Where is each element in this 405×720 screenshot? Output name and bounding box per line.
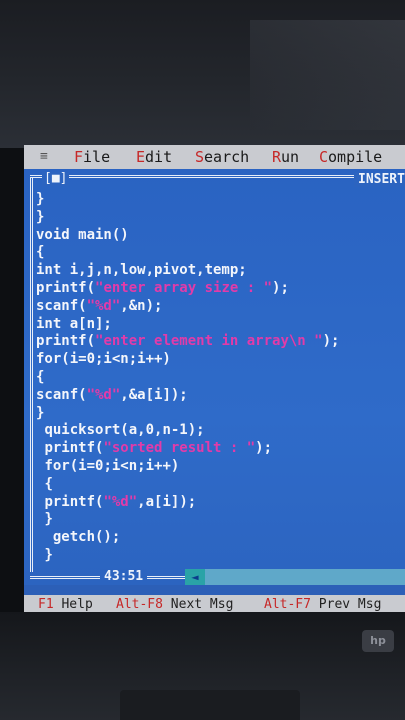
code-line[interactable]: }	[36, 405, 401, 423]
code-text: quicksort(a,0,n-1);	[44, 422, 205, 439]
code-string-literal: "%d"	[86, 386, 121, 403]
code-text: printf(	[36, 279, 96, 296]
code-line[interactable]: scanf("%d",&a[i]);	[36, 387, 401, 405]
menu-run-hotkey: R	[272, 148, 282, 166]
menu-search-label: earch	[204, 148, 250, 166]
code-line[interactable]: {	[36, 244, 401, 262]
status-prev-msg-key: Alt-F7	[264, 597, 311, 612]
code-text: {	[36, 244, 45, 261]
code-text: printf(	[44, 493, 104, 510]
code-text: }	[44, 511, 53, 528]
menu-search-hotkey: S	[195, 148, 205, 166]
code-text: for(i=0;i<n;i++)	[36, 351, 171, 368]
code-area[interactable]: }} void main(){int i,j,n,low,pivot,temp; p…	[36, 191, 401, 565]
monitor-stand	[120, 690, 300, 720]
code-line[interactable]: }	[36, 191, 401, 209]
menu-run-label: un	[281, 148, 300, 166]
code-line[interactable]: }	[36, 511, 401, 529]
system-menu-icon[interactable]: ≡	[40, 145, 48, 169]
code-line[interactable]: for(i=0;i<n;i++)	[36, 351, 401, 369]
turbo-c-screen: ≡ File Edit Search Run Compile [■] INSER…	[24, 145, 405, 615]
status-next-msg-label: Next Msg	[170, 597, 234, 612]
code-line[interactable]: {	[36, 476, 401, 494]
code-text: }	[36, 208, 45, 225]
menu-edit-hotkey: E	[136, 148, 146, 166]
code-line[interactable]: scanf("%d",&n);	[36, 298, 401, 316]
code-line[interactable]: }	[36, 547, 401, 565]
menu-file-hotkey: F	[74, 148, 84, 166]
status-prev-msg-label: Prev Msg	[318, 597, 382, 612]
insert-mode-indicator: INSERT	[354, 173, 405, 187]
code-text-tail: );	[272, 279, 289, 296]
code-text: {	[44, 475, 53, 492]
code-line[interactable]: }	[36, 209, 401, 227]
code-line[interactable]: printf("enter array size : ");	[36, 280, 401, 298]
code-text: }	[36, 404, 45, 421]
code-line[interactable]: getch();	[36, 529, 401, 547]
window-frame-top	[30, 175, 405, 188]
code-text-tail: );	[255, 440, 273, 457]
status-next-msg-key: Alt-F8	[116, 597, 163, 612]
code-line[interactable]: int a[n];	[36, 316, 401, 334]
code-text-tail: ,a[i]);	[137, 493, 197, 510]
menu-bar: ≡ File Edit Search Run Compile	[24, 145, 405, 169]
cursor-position: 43:51	[100, 569, 148, 585]
code-string-literal: "enter array size : "	[95, 279, 273, 296]
code-line[interactable]: {	[36, 369, 401, 387]
code-text: scanf(	[36, 386, 87, 403]
code-string-literal: "%d"	[86, 297, 121, 314]
code-line[interactable]: for(i=0;i<n;i++)	[36, 458, 401, 476]
menu-compile[interactable]: Compile	[319, 145, 382, 169]
code-text: getch();	[52, 529, 121, 546]
code-text-tail: );	[322, 333, 340, 350]
editor-window[interactable]: [■] INSERT }} void main(){int i,j,n,low,p…	[24, 169, 405, 585]
code-line[interactable]: printf("%d",a[i]);	[36, 494, 401, 512]
code-line[interactable]: int i,j,n,low,pivot,temp;	[36, 262, 401, 280]
menu-run[interactable]: Run	[272, 145, 299, 169]
code-text: {	[36, 368, 45, 385]
window-frame-bottom: 43:51 ◄	[30, 569, 405, 585]
screen-glare	[250, 20, 405, 130]
code-line[interactable]: quicksort(a,0,n-1);	[36, 422, 401, 440]
code-text: }	[36, 191, 45, 207]
code-text: for(i=0;i<n;i++)	[44, 457, 180, 474]
scroll-left-arrow-icon[interactable]: ◄	[185, 569, 205, 585]
code-string-literal: "%d"	[103, 493, 138, 510]
menu-search[interactable]: Search	[195, 145, 249, 169]
code-string-literal: "sorted result : "	[103, 440, 256, 457]
monitor-logo-icon: hp	[362, 630, 394, 652]
code-string-literal: "enter element in array\n "	[95, 333, 323, 350]
code-text: int a[n];	[36, 315, 112, 332]
code-text: printf(	[36, 333, 96, 350]
menu-file[interactable]: File	[74, 145, 110, 169]
status-help-key: F1	[38, 597, 54, 612]
menu-compile-label: ompile	[328, 148, 383, 166]
menu-edit[interactable]: Edit	[136, 145, 172, 169]
code-line[interactable]: printf("sorted result : ");	[36, 440, 401, 458]
menu-edit-label: dit	[145, 148, 173, 166]
horizontal-scrollbar[interactable]	[205, 569, 405, 585]
window-close-button[interactable]: [■]	[42, 172, 70, 186]
code-text-tail: ,&n);	[120, 297, 163, 314]
menu-compile-hotkey: C	[319, 148, 329, 166]
code-text-tail: ,&a[i]);	[120, 386, 188, 403]
code-line[interactable]: printf("enter element in array\n ");	[36, 333, 401, 351]
code-text: void main()	[36, 226, 129, 243]
code-text: int i,j,n,low,pivot,temp;	[36, 262, 247, 279]
code-text: scanf(	[36, 297, 87, 314]
status-help-label: Help	[61, 597, 93, 612]
code-text: }	[44, 546, 53, 563]
menu-file-label: ile	[83, 148, 111, 166]
code-line[interactable]: void main()	[36, 227, 401, 245]
code-text: printf(	[44, 440, 104, 457]
